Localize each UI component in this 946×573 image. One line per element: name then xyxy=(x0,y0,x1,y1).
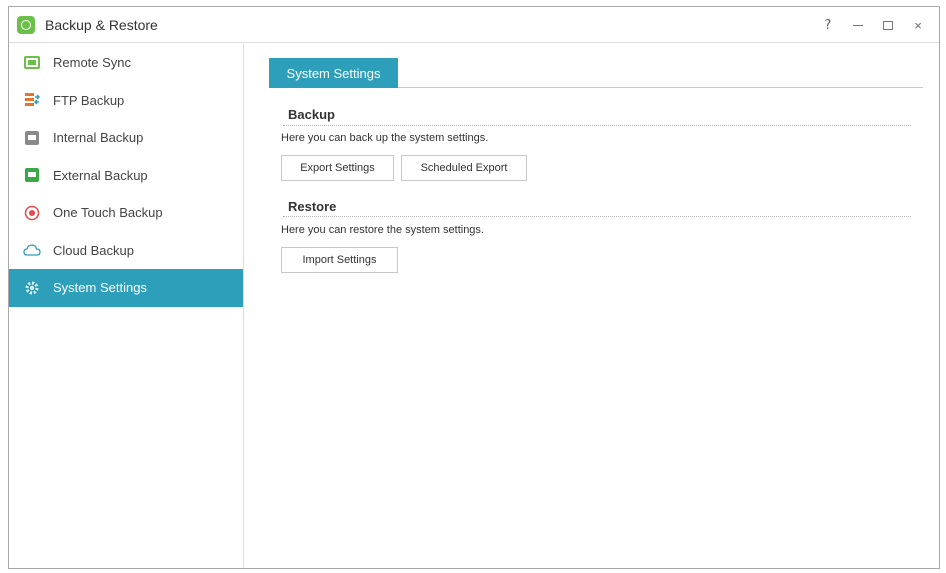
sidebar-item-label: Remote Sync xyxy=(53,55,132,71)
scheduled-export-button[interactable]: Scheduled Export xyxy=(401,155,527,181)
remote-sync-icon xyxy=(23,54,41,72)
maximize-icon xyxy=(883,20,893,30)
backup-restore-app-icon xyxy=(17,16,35,34)
sidebar-item-one-touch-backup[interactable]: One Touch Backup xyxy=(9,194,243,232)
sidebar-item-label: Internal Backup xyxy=(53,130,144,146)
one-touch-backup-icon xyxy=(23,204,41,222)
export-settings-button[interactable]: Export Settings xyxy=(281,155,394,181)
sidebar-item-cloud-backup[interactable]: Cloud Backup xyxy=(9,232,243,270)
sidebar-item-label: One Touch Backup xyxy=(53,205,163,221)
backup-section-title: Backup xyxy=(288,107,335,122)
minimize-icon xyxy=(853,24,863,26)
sidebar-item-label: Cloud Backup xyxy=(53,242,134,258)
backup-description: Here you can back up the system settings… xyxy=(281,132,489,144)
minimize-button[interactable] xyxy=(843,13,873,37)
tab-system-settings[interactable]: System Settings xyxy=(269,58,398,88)
sidebar-item-label: FTP Backup xyxy=(53,92,125,108)
window-controls: ? × xyxy=(813,13,933,37)
sidebar-item-remote-sync[interactable]: Remote Sync xyxy=(9,44,243,82)
sidebar-item-system-settings[interactable]: System Settings xyxy=(9,269,243,307)
maximize-button[interactable] xyxy=(873,13,903,37)
external-backup-icon xyxy=(23,166,41,184)
sidebar-item-internal-backup[interactable]: Internal Backup xyxy=(9,119,243,157)
help-button[interactable]: ? xyxy=(813,13,843,37)
close-icon: × xyxy=(914,17,922,33)
app-window: Backup & Restore ? × Remote Sync FTP Bac… xyxy=(8,6,940,569)
restore-section-title: Restore xyxy=(288,199,337,214)
ftp-backup-icon xyxy=(23,91,41,109)
import-settings-button[interactable]: Import Settings xyxy=(281,247,398,273)
tab-strip: System Settings xyxy=(269,54,923,88)
backup-section-divider xyxy=(283,125,911,126)
restore-section-divider xyxy=(283,216,911,217)
internal-backup-icon xyxy=(23,129,41,147)
title-bar: Backup & Restore ? × xyxy=(9,7,939,43)
help-icon: ? xyxy=(824,17,832,33)
sidebar-item-external-backup[interactable]: External Backup xyxy=(9,157,243,195)
restore-description: Here you can restore the system settings… xyxy=(281,224,484,236)
close-button[interactable]: × xyxy=(903,13,933,37)
sidebar-item-label: External Backup xyxy=(53,167,148,183)
sidebar: Remote Sync FTP Backup Internal Backup E… xyxy=(9,44,244,568)
main-content: System Settings Backup Here you can back… xyxy=(245,44,939,568)
cloud-backup-icon xyxy=(23,241,41,259)
sidebar-item-ftp-backup[interactable]: FTP Backup xyxy=(9,82,243,120)
sidebar-item-label: System Settings xyxy=(53,280,147,296)
system-settings-icon xyxy=(23,279,41,297)
window-title: Backup & Restore xyxy=(45,17,158,33)
